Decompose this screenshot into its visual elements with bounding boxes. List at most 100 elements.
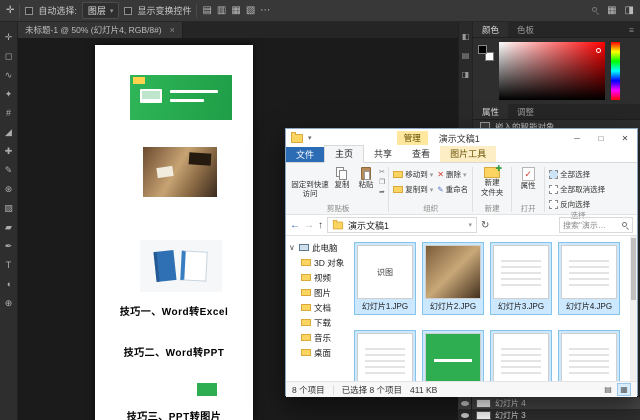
copy-path-icon[interactable]: ❐ <box>379 178 385 186</box>
workspace-icon[interactable]: ▦ <box>607 1 616 21</box>
paste-shortcut-icon[interactable]: ➦ <box>379 188 385 196</box>
forward-icon[interactable]: → <box>304 220 314 231</box>
brush-tool[interactable]: ✎ <box>1 163 17 178</box>
sidebar-item-music[interactable]: 音乐 <box>286 330 352 345</box>
file-item[interactable] <box>490 330 552 381</box>
quick-selection-tool[interactable]: ✦ <box>1 87 17 102</box>
thumbnail-view-button[interactable]: ▦ <box>617 383 631 396</box>
back-icon[interactable]: ← <box>290 220 300 231</box>
move-tool[interactable]: ✛ <box>1 30 17 45</box>
sidebar-item-pictures[interactable]: 图片 <box>286 285 352 300</box>
tab-properties[interactable]: 属性 <box>473 104 509 119</box>
up-icon[interactable]: ↑ <box>318 220 323 231</box>
file-item[interactable]: 幻灯片4.JPG <box>558 242 620 315</box>
align-center-icon[interactable]: ▥ <box>217 1 226 21</box>
pin-to-quick-access-button[interactable]: 固定到快速访问 <box>290 165 330 198</box>
breadcrumb[interactable]: 演示文稿1 ▾ <box>327 217 477 233</box>
properties-panel-icon[interactable]: ◧ <box>462 32 470 41</box>
file-item[interactable]: 幻灯片3.JPG <box>490 242 552 315</box>
layer-row[interactable]: 幻灯片 4 <box>458 397 640 409</box>
properties-button[interactable]: ✓ 属性 <box>514 165 542 191</box>
copy-button[interactable]: 复制 <box>330 165 354 190</box>
file-item[interactable] <box>354 330 416 381</box>
lasso-tool[interactable]: ∿ <box>1 68 17 83</box>
layer-thumbnail[interactable] <box>476 398 491 408</box>
tab-share[interactable]: 共享 <box>364 146 402 162</box>
sidebar-item-this-pc[interactable]: ∨ 此电脑 <box>286 240 352 255</box>
close-button[interactable]: ✕ <box>613 129 637 147</box>
tab-home[interactable]: 主页 <box>324 145 365 163</box>
tab-file[interactable]: 文件 <box>286 147 325 162</box>
breadcrumb-path[interactable]: 演示文稿1 <box>348 219 389 232</box>
sidebar-item-downloads[interactable]: 下载 <box>286 315 352 330</box>
refresh-icon[interactable]: ↻ <box>481 220 489 231</box>
auto-select-checkbox[interactable] <box>25 6 34 15</box>
tab-adjustments[interactable]: 调整 <box>508 104 543 119</box>
tab-color[interactable]: 颜色 <box>473 22 509 37</box>
history-panel-icon[interactable]: ◨ <box>462 70 470 79</box>
scrollbar-thumb[interactable] <box>631 238 636 300</box>
auto-select-dropdown[interactable]: 图层 ▾ <box>81 2 120 19</box>
search-icon[interactable] <box>592 7 600 15</box>
delete-button[interactable]: ✕ 删除 ▾ <box>435 168 470 181</box>
zoom-tool[interactable]: ⊕ <box>1 296 17 311</box>
scrollbar[interactable] <box>630 236 637 381</box>
move-to-button[interactable]: 移动到 ▾ <box>391 168 435 181</box>
select-none-button[interactable]: 全部取消选择 <box>547 183 609 196</box>
file-item[interactable] <box>422 330 484 381</box>
maximize-button[interactable]: □ <box>589 129 613 147</box>
gradient-tool[interactable]: ▰ <box>1 220 17 235</box>
rename-button[interactable]: ✎ 重命名 <box>435 183 470 196</box>
tab-picture-tools[interactable]: 图片工具 <box>440 146 497 162</box>
tab-swatches[interactable]: 色板 <box>508 22 543 37</box>
move-tool-preset-icon[interactable]: ✛ <box>6 1 14 21</box>
minimize-button[interactable]: ─ <box>565 129 589 147</box>
pen-tool[interactable]: ✒ <box>1 239 17 254</box>
search-input[interactable]: 搜索"演示… <box>559 217 633 233</box>
cut-icon[interactable]: ✂ <box>379 168 385 176</box>
sidebar-item-desktop[interactable]: 桌面 <box>286 345 352 360</box>
invert-selection-button[interactable]: 反向选择 <box>547 198 609 211</box>
distribute-icon[interactable]: ▧ <box>246 1 255 21</box>
sidebar-item-videos[interactable]: 视频 <box>286 270 352 285</box>
paste-button[interactable]: 粘贴 <box>354 165 378 190</box>
hue-slider[interactable] <box>611 42 620 100</box>
visibility-toggle[interactable] <box>458 397 472 409</box>
more-options-icon[interactable]: ⋯ <box>260 1 270 21</box>
file-item[interactable] <box>558 330 620 381</box>
layer-row[interactable]: 幻灯片 3 <box>458 409 640 420</box>
copy-to-button[interactable]: 复制到 ▾ <box>391 183 435 196</box>
visibility-toggle[interactable] <box>458 409 472 420</box>
sidebar-item-documents[interactable]: 文档 <box>286 300 352 315</box>
marquee-tool[interactable]: ◻ <box>1 49 17 64</box>
foreground-background-swatch[interactable] <box>478 45 494 61</box>
saturation-field[interactable] <box>499 42 605 100</box>
align-left-icon[interactable]: ▤ <box>202 1 211 21</box>
align-right-icon[interactable]: ▦ <box>231 1 240 21</box>
select-all-button[interactable]: 全部选择 <box>547 168 609 181</box>
file-item[interactable]: 识图 幻灯片1.JPG <box>354 242 416 315</box>
layer-name[interactable]: 幻灯片 4 <box>495 398 526 409</box>
document-tab[interactable]: 未标题-1 @ 50% (幻灯片4, RGB/8#) × <box>18 22 183 38</box>
chevron-down-icon[interactable]: ▾ <box>468 221 472 229</box>
expand-chevron-icon[interactable]: ∨ <box>289 243 296 252</box>
layer-thumbnail[interactable] <box>476 410 491 420</box>
type-tool[interactable]: T <box>1 258 17 273</box>
show-transform-checkbox[interactable] <box>124 6 133 15</box>
color-picker-dot[interactable] <box>596 48 601 53</box>
quick-access-chevron-icon[interactable]: ▾ <box>308 134 312 142</box>
sidebar-item-3d-objects[interactable]: 3D 对象 <box>286 255 352 270</box>
layer-name[interactable]: 幻灯片 3 <box>495 410 526 420</box>
crop-tool[interactable]: # <box>1 106 17 121</box>
healing-tool[interactable]: ✚ <box>1 144 17 159</box>
details-view-button[interactable]: ▤ <box>601 383 615 396</box>
info-panel-icon[interactable]: ▤ <box>462 51 470 60</box>
new-folder-button[interactable]: ✚ 新建 文件夹 <box>475 164 509 197</box>
hand-tool[interactable]: ◖ <box>1 277 17 292</box>
eyedropper-tool[interactable]: ◢ <box>1 125 17 140</box>
panel-menu-icon[interactable]: ≡ <box>623 22 640 37</box>
panel-toggle-icon[interactable]: ◨ <box>625 1 634 21</box>
tab-view[interactable]: 查看 <box>402 146 440 162</box>
close-tab-icon[interactable]: × <box>170 25 175 35</box>
eraser-tool[interactable]: ▨ <box>1 201 17 216</box>
